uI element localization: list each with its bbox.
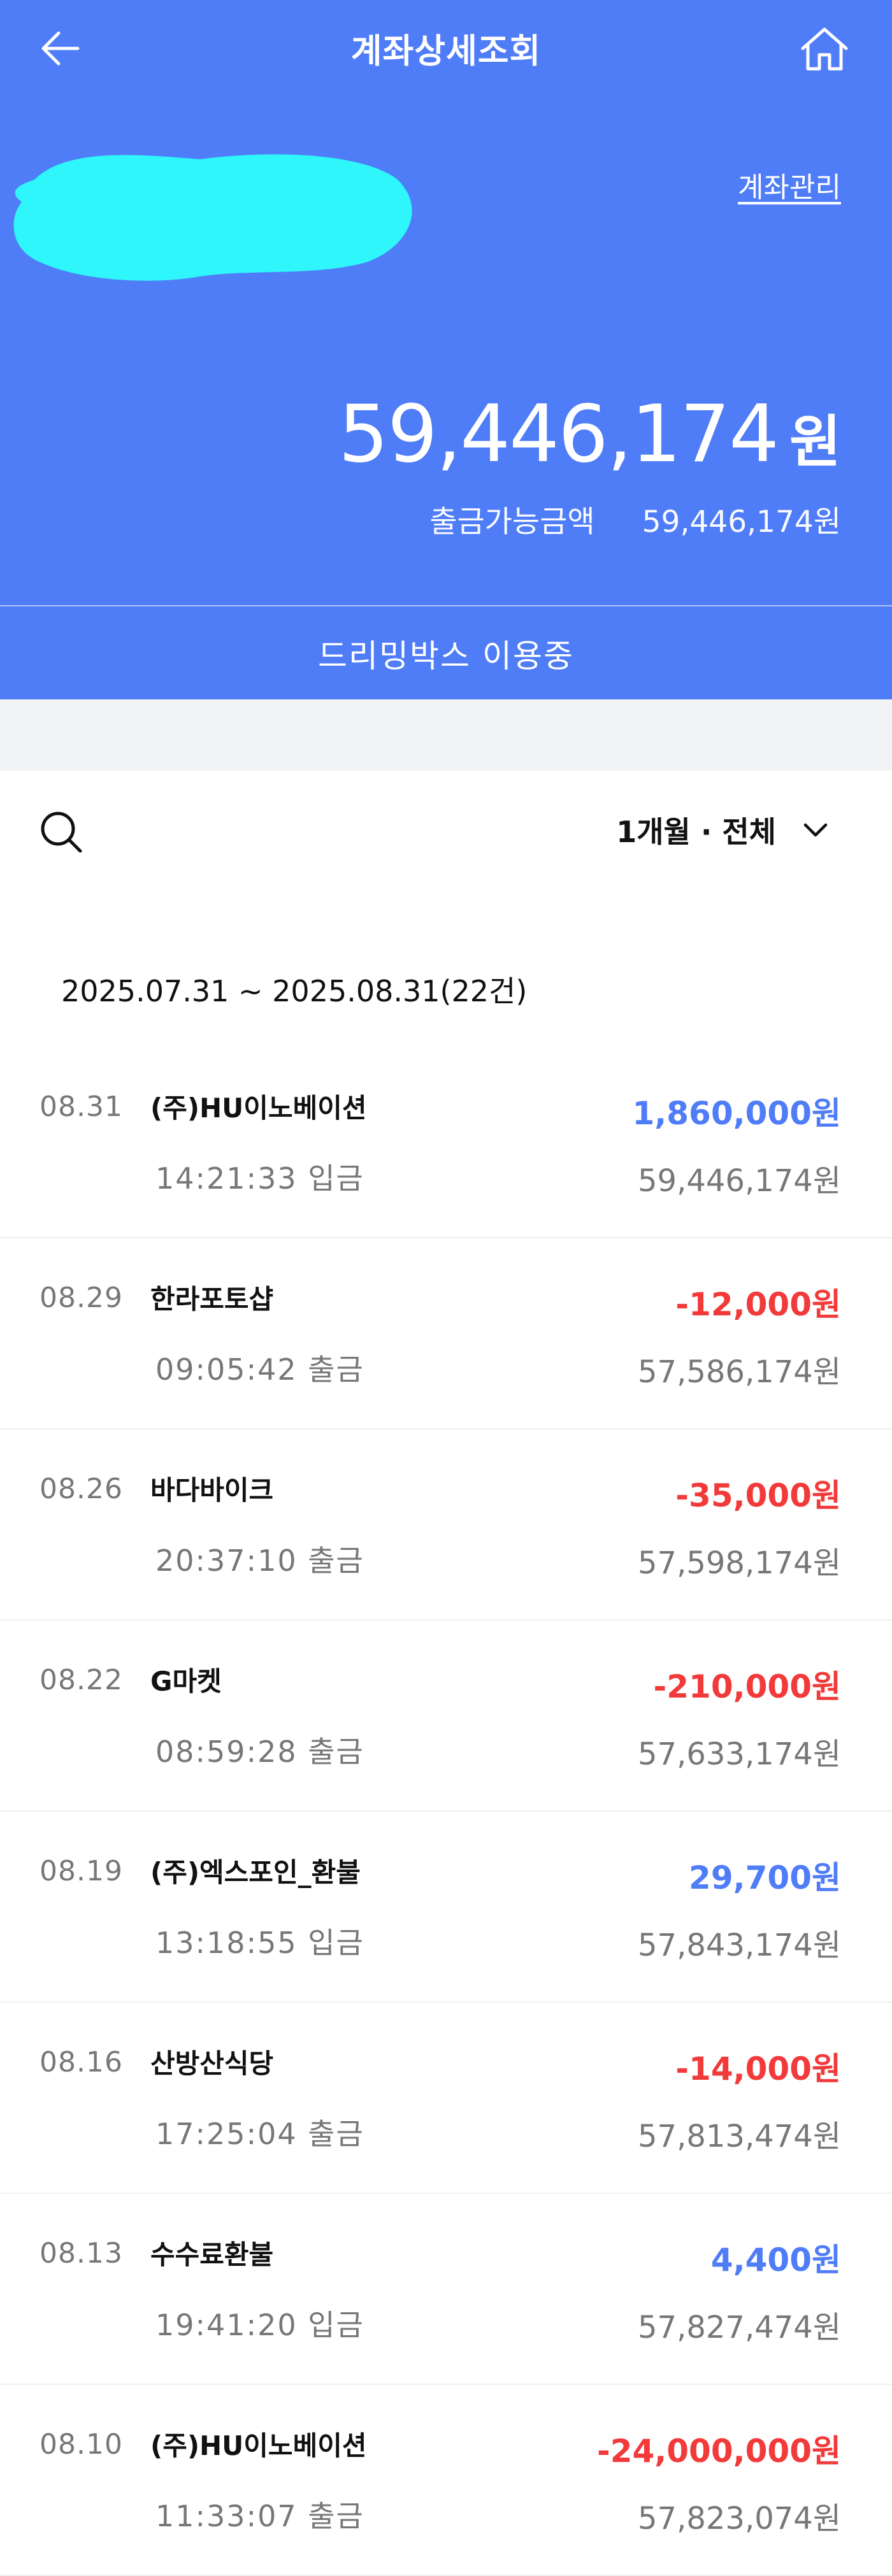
transaction-date: 08.10	[40, 2428, 123, 2461]
transaction-amount: -210,000원	[653, 1668, 842, 1705]
transaction-name: 바다바이크	[150, 1475, 274, 1506]
transaction-time-type: 20:37:10 출금	[155, 1543, 364, 1578]
transaction-date: 08.19	[40, 1855, 123, 1887]
transaction-balance-after: 57,823,074원	[638, 2501, 841, 2537]
date-range: 2025.07.31 ~ 2025.08.31(22건)	[61, 974, 528, 1008]
available-withdrawal: 출금가능금액 59,446,174원	[429, 497, 841, 541]
search-icon[interactable]	[37, 808, 85, 856]
transaction-date: 08.26	[40, 1473, 123, 1505]
transaction-amount: -14,000원	[675, 2050, 841, 2087]
transaction-row[interactable]: 08.31 (주)HU이노베이션 14:21:33 입금 1,860,000원 59,4…	[0, 1047, 892, 1238]
transaction-row[interactable]: 08.22 G마켓 08:59:28 출금 -210,000원 57,633,174원	[0, 1621, 892, 1812]
transaction-row[interactable]: 08.10 (주)HU이노베이션 11:33:07 출금 -24,000,000원 57…	[0, 2385, 892, 2576]
account-name-redacted	[9, 141, 417, 289]
transaction-name: 산방산식당	[150, 2048, 274, 2079]
transaction-name: 수수료환불	[150, 2239, 274, 2270]
transaction-name: G마켓	[150, 1666, 222, 1697]
transaction-amount: -35,000원	[675, 1477, 841, 1514]
transaction-name: (주)엑스포인_환불	[150, 1857, 361, 1888]
transaction-row[interactable]: 08.13 수수료환불 19:41:20 입금 4,400원 57,827,474원	[0, 2194, 892, 2385]
top-bar: 계좌상세조회	[0, 0, 892, 96]
transaction-time-type: 14:21:33 입금	[155, 1161, 364, 1196]
home-icon[interactable]	[795, 23, 854, 74]
transaction-time-type: 13:18:55 입금	[155, 1926, 364, 1960]
account-header: 계좌상세조회 계좌관리 59,446,174 원 출금가능금액 59,446,174…	[0, 0, 892, 699]
account-manage-link[interactable]: 계좌관리	[738, 164, 841, 205]
transaction-balance-after: 57,843,174원	[638, 1928, 841, 1963]
transaction-time-type: 19:41:20 입금	[155, 2308, 364, 2342]
transaction-amount: -24,000,000원	[596, 2433, 841, 2470]
filter-label: 1개월 · 전체	[616, 815, 776, 849]
transaction-date: 08.16	[40, 2046, 123, 2079]
transaction-amount: 29,700원	[689, 1859, 841, 1896]
transaction-date: 08.29	[40, 1282, 123, 1314]
transaction-balance-after: 59,446,174원	[638, 1163, 841, 1199]
transaction-time-type: 09:05:42 출금	[155, 1352, 364, 1387]
transaction-row[interactable]: 08.26 바다바이크 20:37:10 출금 -35,000원 57,598,174원	[0, 1429, 892, 1621]
transaction-balance-after: 57,827,474원	[638, 2310, 841, 2345]
transaction-time-type: 08:59:28 출금	[155, 1735, 364, 1769]
transaction-balance-after: 57,633,174원	[638, 1736, 841, 1772]
transaction-row[interactable]: 08.19 (주)엑스포인_환불 13:18:55 입금 29,700원 57,843,…	[0, 1812, 892, 2003]
transaction-name: (주)HU이노베이션	[150, 1092, 367, 1124]
section-gap	[0, 699, 892, 771]
chevron-down-icon	[803, 823, 828, 837]
page-title: 계좌상세조회	[350, 32, 542, 71]
account-balance: 59,446,174 원	[338, 389, 841, 480]
divider	[0, 605, 892, 606]
dreaming-box-status[interactable]: 드리밍박스 이용중	[0, 631, 892, 676]
transaction-balance-after: 57,598,174원	[638, 1545, 841, 1581]
transaction-balance-after: 57,586,174원	[638, 1354, 841, 1390]
transaction-amount: -12,000원	[675, 1286, 841, 1323]
transaction-date: 08.22	[40, 1664, 123, 1696]
transaction-name: 한라포토샵	[150, 1284, 274, 1315]
transaction-balance-after: 57,813,474원	[638, 2119, 841, 2154]
transaction-row[interactable]: 08.16 산방산식당 17:25:04 출금 -14,000원 57,813,474원	[0, 2003, 892, 2194]
transaction-time-type: 17:25:04 출금	[155, 2117, 364, 2151]
balance-amount: 59,446,174	[338, 389, 779, 480]
period-filter-dropdown[interactable]: 1개월 · 전체	[616, 808, 831, 852]
transaction-list: 08.31 (주)HU이노베이션 14:21:33 입금 1,860,000원 59,4…	[0, 1047, 892, 2576]
transaction-amount: 1,860,000원	[632, 1095, 841, 1132]
balance-unit: 원	[789, 409, 841, 475]
transaction-date: 08.31	[40, 1091, 123, 1123]
transaction-date: 08.13	[40, 2237, 123, 2270]
transaction-amount: 4,400원	[710, 2242, 841, 2279]
transaction-name: (주)HU이노베이션	[150, 2430, 367, 2461]
transaction-row[interactable]: 08.29 한라포토샵 09:05:42 출금 -12,000원 57,586,174원	[0, 1238, 892, 1429]
available-value: 59,446,174원	[642, 504, 841, 540]
available-label: 출금가능금액	[429, 504, 595, 540]
transaction-time-type: 11:33:07 출금	[155, 2499, 364, 2533]
